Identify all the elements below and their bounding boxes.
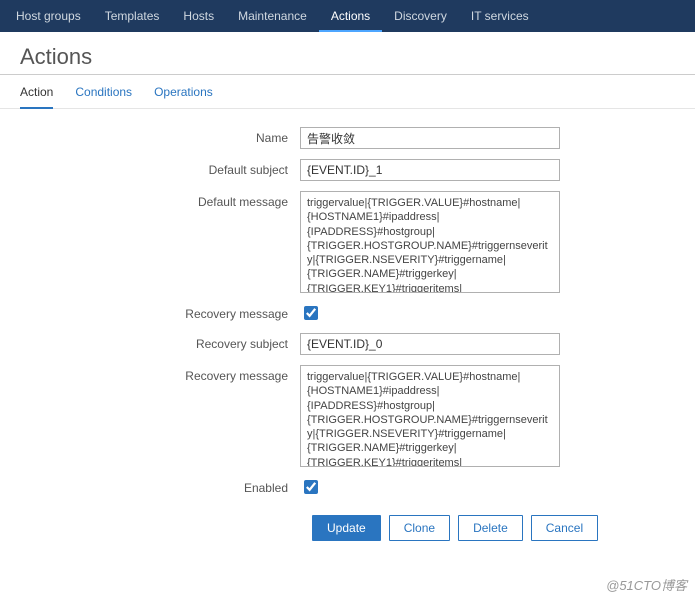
action-form: Name Default subject Default message Rec… xyxy=(0,109,695,567)
default-message-textarea[interactable] xyxy=(300,191,560,293)
tab-conditions[interactable]: Conditions xyxy=(75,85,132,108)
page-title: Actions xyxy=(0,32,695,74)
nav-hosts[interactable]: Hosts xyxy=(171,2,226,30)
nav-it-services[interactable]: IT services xyxy=(459,2,541,30)
nav-host-groups[interactable]: Host groups xyxy=(4,2,93,30)
default-subject-label: Default subject xyxy=(20,159,300,177)
nav-discovery[interactable]: Discovery xyxy=(382,2,459,30)
recovery-message-label: Recovery message xyxy=(20,365,300,383)
tabs: Action Conditions Operations xyxy=(0,75,695,109)
enabled-label: Enabled xyxy=(20,477,300,495)
enabled-checkbox[interactable] xyxy=(304,480,318,494)
default-subject-input[interactable] xyxy=(300,159,560,181)
top-nav: Host groups Templates Hosts Maintenance … xyxy=(0,0,695,32)
update-button[interactable]: Update xyxy=(312,515,381,541)
cancel-button[interactable]: Cancel xyxy=(531,515,598,541)
nav-actions[interactable]: Actions xyxy=(319,2,382,32)
recovery-checkbox[interactable] xyxy=(304,306,318,320)
recovery-message-textarea[interactable] xyxy=(300,365,560,467)
name-input[interactable] xyxy=(300,127,560,149)
watermark: @51CTO博客 xyxy=(606,575,687,594)
button-row: Update Clone Delete Cancel xyxy=(312,507,675,557)
clone-button[interactable]: Clone xyxy=(389,515,450,541)
recovery-subject-label: Recovery subject xyxy=(20,333,300,351)
recovery-subject-input[interactable] xyxy=(300,333,560,355)
tab-action[interactable]: Action xyxy=(20,85,53,109)
tab-operations[interactable]: Operations xyxy=(154,85,213,108)
name-label: Name xyxy=(20,127,300,145)
nav-maintenance[interactable]: Maintenance xyxy=(226,2,319,30)
recovery-checkbox-label: Recovery message xyxy=(20,303,300,321)
default-message-label: Default message xyxy=(20,191,300,209)
delete-button[interactable]: Delete xyxy=(458,515,523,541)
nav-templates[interactable]: Templates xyxy=(93,2,172,30)
